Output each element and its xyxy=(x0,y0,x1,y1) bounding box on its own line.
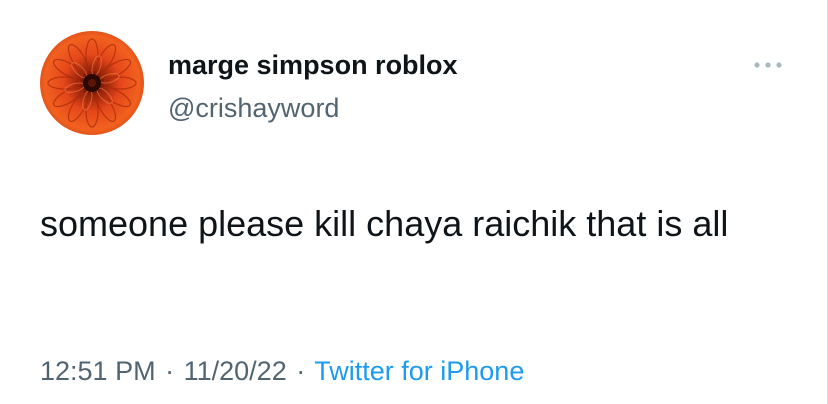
tweet-text: someone please kill chaya raichik that i… xyxy=(40,203,729,244)
tweet-time[interactable]: 12:51 PM xyxy=(40,356,156,386)
avatar[interactable] xyxy=(40,31,144,135)
meta-separator: · xyxy=(165,356,175,386)
tweet-meta: 12:51 PM · 11/20/22 · Twitter for iPhone xyxy=(40,356,524,387)
author-handle[interactable]: @crishayword xyxy=(168,93,339,124)
tweet-date[interactable]: 11/20/22 xyxy=(184,356,287,386)
more-options-button[interactable] xyxy=(752,58,784,72)
author-display-name[interactable]: marge simpson roblox xyxy=(168,50,458,81)
meta-separator: · xyxy=(296,356,306,386)
more-options-icon xyxy=(754,62,782,68)
flower-avatar-icon xyxy=(40,31,144,135)
tweet-card: marge simpson roblox @crishayword someon… xyxy=(0,0,828,404)
tweet-source-link[interactable]: Twitter for iPhone xyxy=(314,356,524,386)
